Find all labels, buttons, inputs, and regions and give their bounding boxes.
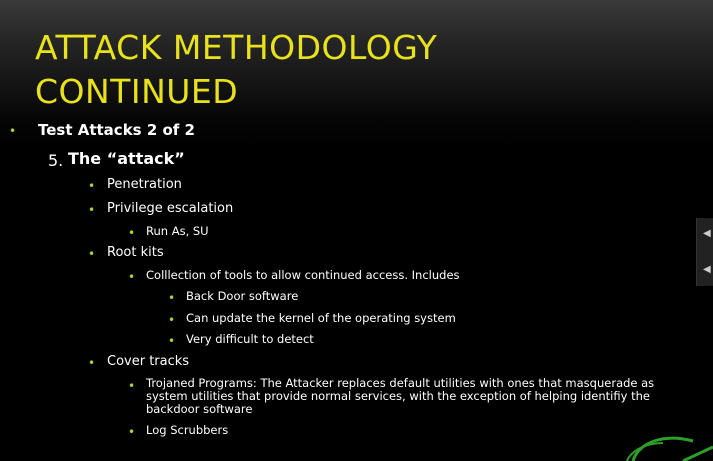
list-item-level4: Log Scrubbers [146, 423, 229, 437]
slide-title-line-2: CONTINUED [35, 72, 239, 112]
list-item-level2: The “attack” [68, 149, 185, 168]
bullet-dot-icon: • [128, 270, 136, 284]
slide-title: ATTACK METHODOLOGY CONTINUED [35, 26, 437, 114]
list-item-level4: Run As, SU [146, 224, 209, 238]
list-item-number: 5. [48, 151, 64, 170]
bullet-dot-icon: • [168, 334, 176, 348]
bullet-dot-icon: • [128, 425, 136, 439]
list-item-level3: Penetration [107, 177, 182, 192]
bullet-dot-icon: • [168, 291, 176, 305]
bullet-dot-icon: • [9, 124, 17, 138]
list-item-level4: Trojaned Programs: The Attacker replaces… [146, 376, 655, 416]
bullet-dot-icon: • [128, 226, 136, 240]
bullet-dot-icon: • [88, 356, 96, 370]
chevron-left-icon[interactable]: ◀ [703, 228, 711, 239]
slide-title-line-1: ATTACK METHODOLOGY [35, 28, 438, 68]
chevron-left-icon[interactable]: ◀ [703, 264, 711, 275]
green-swoosh-logo [626, 436, 713, 461]
bullet-dot-icon: • [88, 203, 96, 217]
bullet-dot-icon: • [88, 179, 96, 193]
list-item-level4: Colllection of tools to allow continued … [146, 268, 460, 282]
list-item-level1: Test Attacks 2 of 2 [38, 121, 195, 139]
bullet-dot-icon: • [168, 313, 176, 327]
bullet-dot-icon: • [128, 379, 136, 393]
list-item-level3: Cover tracks [107, 354, 190, 369]
list-item-level5: Very difficult to detect [186, 332, 314, 346]
slide: ATTACK METHODOLOGY CONTINUED • Test Atta… [0, 0, 713, 461]
list-item-level3: Privilege escalation [107, 201, 234, 216]
bullet-dot-icon: • [88, 247, 96, 261]
list-item-level5: Back Door software [186, 289, 299, 303]
slide-nav-tab[interactable]: ◀ ◀ [696, 218, 713, 286]
list-item-level3: Root kits [107, 245, 164, 260]
list-item-level5: Can update the kernel of the operating s… [186, 311, 456, 325]
